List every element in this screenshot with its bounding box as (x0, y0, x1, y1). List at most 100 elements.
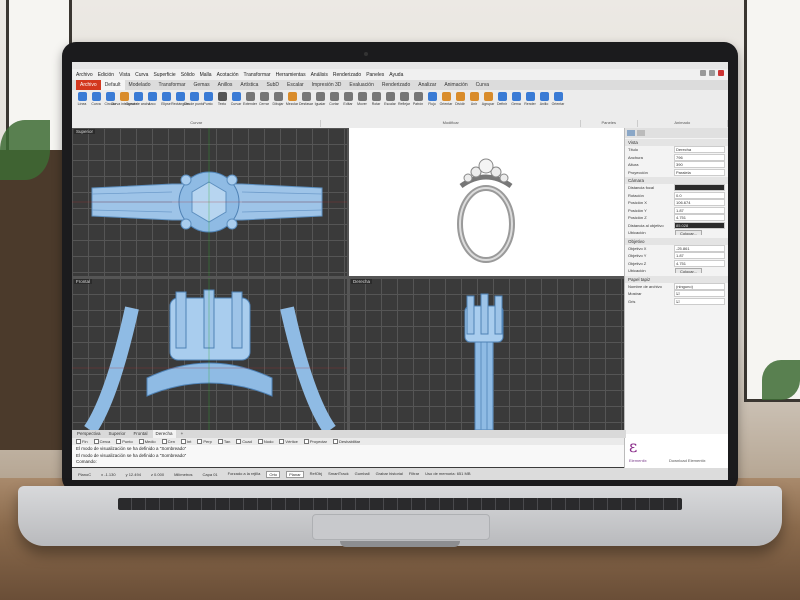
menu-item[interactable]: Renderizado (333, 72, 361, 78)
osnap-checkbox[interactable]: Punto (116, 439, 132, 444)
viewport-label-top[interactable]: Superior (74, 129, 96, 134)
ribbon-tool-button[interactable]: Curvar (230, 92, 242, 118)
status-toggle[interactable]: RefObj (310, 471, 322, 478)
osnap-checkbox[interactable]: Tan (218, 439, 230, 444)
menu-item[interactable]: Transformar (244, 72, 271, 78)
ribbon-tab[interactable]: Analizar (414, 80, 440, 90)
ribbon-tab[interactable]: Animación (440, 80, 471, 90)
ribbon-tab[interactable]: Anillos (214, 80, 237, 90)
ribbon-tab[interactable]: SubD (262, 80, 283, 90)
ribbon-tab[interactable]: Modelado (125, 80, 155, 90)
panel-row-value[interactable]: 4.751 (674, 214, 725, 222)
osnap-checkbox[interactable]: Cuad (236, 439, 252, 444)
menu-item[interactable]: Archivo (76, 72, 93, 78)
ribbon-tool-button[interactable]: Texto (216, 92, 228, 118)
ribbon-tool-button[interactable]: Definir (496, 92, 508, 118)
ribbon-tool-button[interactable]: Igualar (314, 92, 326, 118)
ribbon-tool-button[interactable]: Escalar (384, 92, 396, 118)
ribbon-tab[interactable]: Impresión 3D (308, 80, 346, 90)
plugin-banner[interactable]: ε Elementix Download Elementix (624, 434, 728, 468)
panel-row-value[interactable]: ☑ (674, 290, 725, 298)
panel-section-title[interactable]: Cámara (625, 177, 728, 184)
panel-row-value[interactable]: 1.87 (674, 252, 725, 260)
status-toggle[interactable]: SmartTrack (328, 471, 349, 478)
osnap-checkbox[interactable]: Nodo (258, 439, 274, 444)
ribbon-tab[interactable]: Evaluación (345, 80, 377, 90)
status-cplane[interactable]: PlanoC (78, 472, 91, 477)
ribbon-tool-button[interactable]: Arco (146, 92, 158, 118)
menu-item[interactable]: Superficie (153, 72, 175, 78)
panel-button[interactable]: Colocar... (675, 268, 702, 274)
viewport-label-right[interactable]: Derecha (351, 279, 373, 284)
ribbon-tool-button[interactable]: Extender (243, 92, 257, 118)
status-toggle[interactable]: Gumball (355, 471, 370, 478)
menu-item[interactable]: Herramientas (276, 72, 306, 78)
panel-button[interactable]: Colocar... (675, 230, 702, 236)
ribbon-tool-button[interactable]: Unir (468, 92, 480, 118)
panel-row-value[interactable] (674, 184, 725, 192)
status-toggle[interactable]: Planar (286, 470, 304, 478)
panel-row-value[interactable]: Paralela (674, 168, 725, 176)
status-toggle[interactable]: Grabar historial (376, 471, 403, 478)
panel-section-title[interactable]: Papel tapiz (625, 275, 728, 283)
panel-row-value[interactable]: 390 (674, 161, 725, 169)
status-layer[interactable]: Capa 01 (203, 472, 218, 477)
ribbon-tool-button[interactable]: Cerrar (258, 92, 270, 118)
panel-row-value[interactable]: 0.0 (674, 191, 725, 199)
viewport-tab[interactable]: Superior (106, 430, 129, 438)
osnap-checkbox[interactable]: Vértice (279, 439, 297, 444)
ribbon-tool-button[interactable]: Anillo (538, 92, 550, 118)
close-icon[interactable] (718, 70, 724, 76)
panel-section-title[interactable]: Objetivo (625, 237, 728, 245)
menu-item[interactable]: Acotación (217, 72, 239, 78)
ribbon-tab[interactable]: Default (100, 80, 125, 90)
menu-item[interactable]: Vista (119, 72, 130, 78)
properties-tab-icon[interactable] (627, 130, 635, 136)
viewport-tab[interactable]: + (178, 430, 187, 438)
menu-item[interactable]: Curva (135, 72, 148, 78)
ribbon-tool-button[interactable]: Gema (510, 92, 522, 118)
ribbon-tool-button[interactable]: Mover (356, 92, 368, 118)
trackpad[interactable] (312, 514, 490, 540)
ribbon-tab[interactable]: Artística (236, 80, 262, 90)
banner-download[interactable]: Download Elementix (669, 458, 705, 463)
osnap-checkbox[interactable]: Int (181, 439, 191, 444)
ribbon-tab[interactable]: Gemas (190, 80, 214, 90)
ribbon-tool-button[interactable]: Desde punto (184, 92, 204, 118)
viewport-perspective[interactable] (349, 128, 624, 276)
viewport-right[interactable]: Derecha (349, 278, 624, 430)
ribbon-tool-button[interactable]: Desfasar (299, 92, 313, 118)
ribbon-tool-button[interactable]: Rotar (370, 92, 382, 118)
ribbon-tool-button[interactable]: Dibujar (272, 92, 284, 118)
menu-item[interactable]: Edición (98, 72, 114, 78)
ribbon-tool-button[interactable]: Cortar (328, 92, 340, 118)
panel-row-value[interactable]: Derecha (674, 146, 725, 154)
status-toggle[interactable]: Forzado a la rejilla (228, 471, 261, 478)
ribbon-tool-button[interactable]: Agrupar (482, 92, 494, 118)
panel-row-value[interactable]: 106.674 (674, 199, 725, 207)
panel-row-value[interactable]: 85.028 (674, 221, 725, 229)
ribbon-tool-button[interactable]: Curva de ancho (126, 92, 150, 118)
ribbon-tab[interactable]: Renderizado (378, 80, 414, 90)
ribbon-tool-button[interactable]: Mezclar (286, 92, 298, 118)
layers-tab-icon[interactable] (637, 130, 645, 136)
panel-section-title[interactable]: Vista (625, 139, 728, 146)
status-toggle[interactable]: Filtrar (409, 471, 419, 478)
menu-item[interactable]: Análisis (311, 72, 328, 78)
menu-item[interactable]: Ayuda (389, 72, 403, 78)
panel-row-value[interactable]: ☑ (674, 297, 725, 305)
menu-item[interactable]: Malla (200, 72, 212, 78)
viewport-front[interactable]: Frontal (72, 278, 347, 430)
status-toggle[interactable]: Uso de memoria: 651 MB (425, 471, 470, 478)
ribbon-tool-button[interactable]: Flujo (426, 92, 438, 118)
viewport-tab[interactable]: Derecha (152, 430, 176, 438)
osnap-checkbox[interactable]: Cen (162, 439, 175, 444)
ribbon-tool-button[interactable]: Editar (342, 92, 354, 118)
panel-row-value[interactable]: (ninguno) (674, 282, 725, 290)
osnap-checkbox[interactable]: Medio (139, 439, 156, 444)
panel-row-value[interactable]: 796 (674, 153, 725, 161)
osnap-checkbox[interactable]: Cerca (94, 439, 111, 444)
panel-row-value[interactable]: -25.861 (674, 244, 725, 252)
ribbon-tool-button[interactable]: Punto (202, 92, 214, 118)
viewport-tab[interactable]: Perspectiva (74, 430, 104, 438)
